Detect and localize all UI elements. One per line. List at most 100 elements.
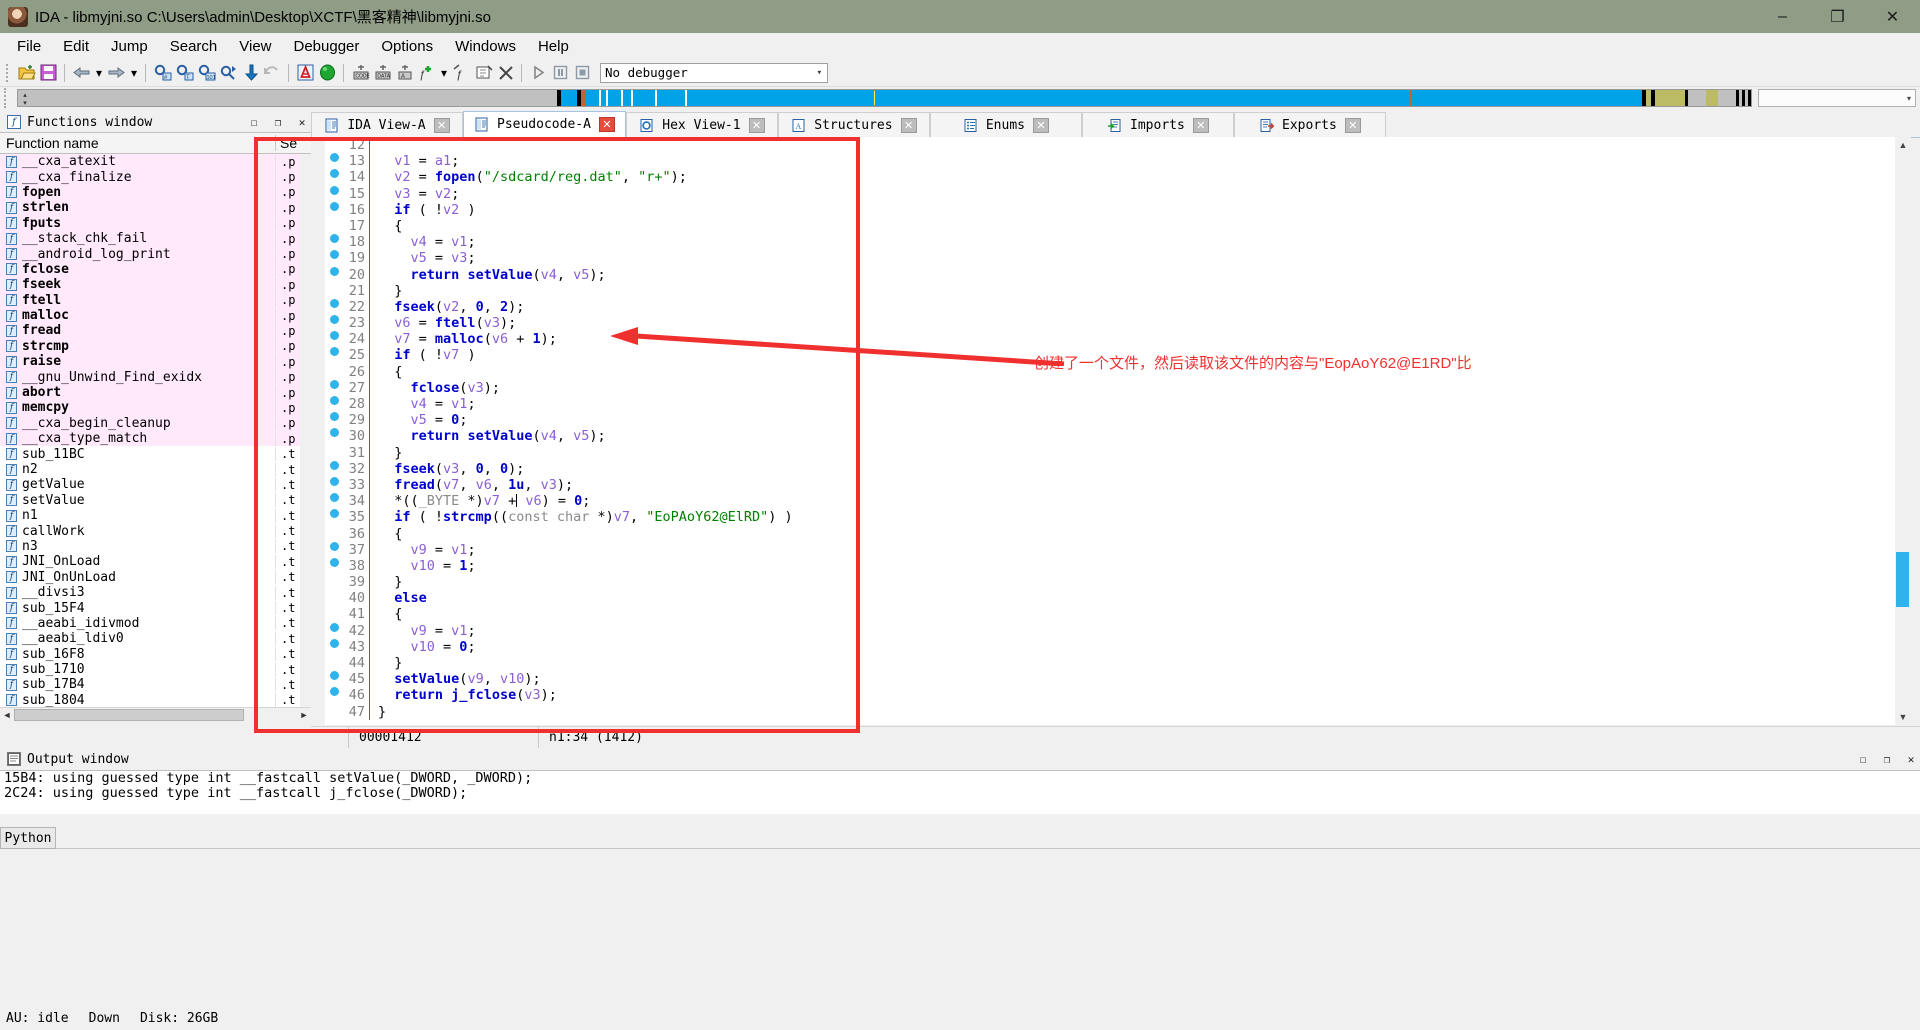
code-line[interactable]: 16 if ( !v2 ) [325,201,1895,218]
forward-dropdown-icon[interactable]: ▾ [128,62,140,83]
code-line[interactable]: 43 v10 = 0; [325,638,1895,655]
code-line[interactable]: 42 v9 = v1; [325,622,1895,639]
function-list-row[interactable]: f malloc .p [0,307,311,324]
scroll-down-icon[interactable]: ▼ [1895,709,1911,725]
dock-icon[interactable]: ❐ [1878,751,1896,767]
hscroll-thumb[interactable] [14,709,244,721]
code-line[interactable]: 44 } [325,655,1895,672]
scroll-up-icon[interactable]: ▲ [1895,137,1911,153]
code-line[interactable]: 39 } [325,574,1895,591]
pseudocode-vscrollbar[interactable]: ▲ ▼ [1895,137,1911,725]
function-list-row[interactable]: f fclose .p [0,261,311,278]
breakpoint-dot-icon[interactable] [325,250,343,260]
breakpoint-dot-icon[interactable] [325,153,343,163]
code-line[interactable]: 12 [325,137,1895,154]
code-line[interactable]: 30 return setValue(v4, v5); [325,428,1895,445]
menu-item-help[interactable]: Help [527,35,580,58]
function-list-row[interactable]: f raise .p [0,354,311,370]
make-string-icon[interactable]: A [394,62,415,83]
function-list-row[interactable]: f sub_1710 .t [0,662,311,677]
function-list-row[interactable]: f getValue .t [0,477,311,492]
code-line[interactable]: 41 { [325,606,1895,623]
code-line[interactable]: 21 } [325,282,1895,299]
function-list-row[interactable]: f __cxa_type_match .p [0,431,311,447]
back-dropdown-icon[interactable]: ▾ [93,62,105,83]
code-line[interactable]: 29 v5 = 0; [325,412,1895,429]
search-text-icon[interactable]: T [174,62,195,83]
code-line[interactable]: 34 *((_BYTE *)v7 + v6) = 0; [325,493,1895,510]
tab-hex-view-1[interactable]: Hex View-1 ✕ [625,112,778,137]
function-list-row[interactable]: f __aeabi_idivmod .t [0,616,311,631]
breakpoint-dot-icon[interactable] [325,460,343,470]
breakpoint-dot-icon[interactable] [325,379,343,389]
functions-list-hscrollbar[interactable]: ◄ ► [0,707,311,722]
column-header-function-name[interactable]: Function name [0,135,275,151]
code-line[interactable]: 24 v7 = malloc(v6 + 1); [325,331,1895,348]
functions-list[interactable]: f __cxa_atexit .p f __cxa_finalize .p f fopen .p… [0,154,311,707]
tab-close-icon[interactable]: ✕ [1192,117,1209,133]
close-button[interactable]: ✕ [1865,0,1920,33]
function-list-row[interactable]: f __cxa_atexit .p [0,154,311,170]
float-icon[interactable]: ☐ [1854,751,1872,767]
code-line[interactable]: 47} [325,703,1895,720]
breakpoint-dot-icon[interactable] [325,687,343,697]
function-list-row[interactable]: f sub_17B4 .t [0,677,311,692]
breakpoint-dot-icon[interactable] [325,347,343,357]
menu-item-file[interactable]: File [6,35,52,58]
function-list-row[interactable]: f __cxa_begin_cleanup .p [0,415,311,432]
function-list-row[interactable]: f sub_15F4 .t [0,600,311,616]
column-header-segment[interactable]: Se [275,135,311,151]
search-next-icon[interactable] [218,62,239,83]
code-line[interactable]: 18 v4 = v1; [325,234,1895,251]
create-function-dropdown-icon[interactable]: ▾ [438,62,450,83]
chevron-down-icon[interactable]: ▾ [1907,94,1911,103]
breakpoint-dot-icon[interactable] [325,638,343,648]
code-line[interactable]: 22 fseek(v2, 0, 2); [325,298,1895,316]
breakpoint-dot-icon[interactable] [325,331,343,341]
navigator-band[interactable]: ▴ ▾ [17,89,1752,107]
save-icon[interactable] [38,62,59,83]
hscroll-track[interactable] [244,709,297,721]
tab-exports[interactable]: Exports ✕ [1233,112,1386,137]
code-line[interactable]: 45 setValue(v9, v10); [325,671,1895,688]
code-line[interactable]: 14 v2 = fopen("/sdcard/reg.dat", "r+"); [325,169,1895,186]
breakpoint-dot-icon[interactable] [325,493,343,503]
function-list-row[interactable]: f memcpy .p [0,400,311,416]
tab-imports[interactable]: Imports ✕ [1081,112,1234,137]
menu-item-windows[interactable]: Windows [444,35,527,58]
breakpoint-dot-icon[interactable] [325,428,343,438]
function-list-row[interactable]: f fseek .p [0,277,311,293]
function-list-row[interactable]: f fputs .p [0,215,311,231]
function-list-row[interactable]: f __cxa_finalize .p [0,169,311,185]
navband-overview-box[interactable]: ▾ [1758,89,1916,107]
function-list-row[interactable]: f __gnu_Unwind_Find_exidx .p [0,369,311,385]
code-line[interactable]: 17 { [325,217,1895,235]
toolbar-grip[interactable] [6,63,13,82]
function-list-row[interactable]: f abort .p [0,384,311,401]
function-list-row[interactable]: f sub_16F8 .t [0,647,311,662]
graph-view-icon[interactable] [295,62,316,83]
menu-item-search[interactable]: Search [159,35,229,58]
function-list-row[interactable]: f fread .p [0,323,311,339]
debug-run-icon[interactable] [528,62,549,83]
function-list-row[interactable]: f __android_log_print .p [0,246,311,262]
function-list-row[interactable]: f strcmp .p [0,338,311,355]
function-list-row[interactable]: f n2 .t [0,462,311,477]
code-line[interactable]: 46 return j_fclose(v3); [325,687,1895,704]
breakpoint-dot-icon[interactable] [325,412,343,422]
function-list-row[interactable]: f sub_1804 .t [0,693,311,707]
edit-function-icon[interactable]: ƒ [451,62,472,83]
breakpoint-dot-icon[interactable] [325,185,343,195]
chevron-down-icon[interactable]: ▾ [817,68,822,78]
function-list-row[interactable]: f n3 .t [0,539,311,554]
breakpoint-dot-icon[interactable] [325,201,343,211]
function-list-row[interactable]: f callWork .t [0,523,311,539]
function-list-row[interactable]: f strlen .p [0,200,311,216]
function-list-row[interactable]: f sub_11BC .t [0,446,311,462]
tab-close-icon[interactable]: ✕ [598,117,615,132]
breakpoint-dot-icon[interactable] [325,557,343,567]
code-line[interactable]: 27 fclose(v3); [325,379,1895,396]
breakpoint-dot-icon[interactable] [325,266,343,276]
float-icon[interactable]: ☐ [245,114,263,130]
menu-item-edit[interactable]: Edit [52,35,100,58]
